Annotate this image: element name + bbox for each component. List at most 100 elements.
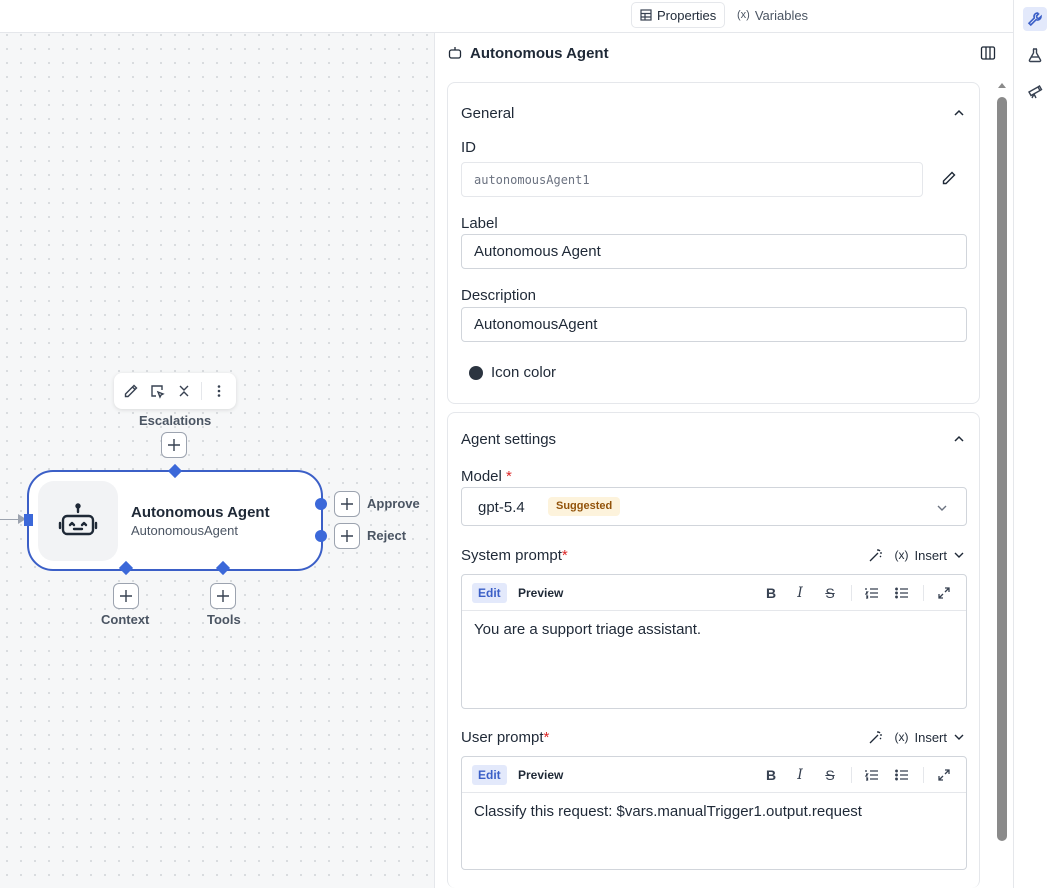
select-icon[interactable] (146, 379, 168, 403)
chevron-up-icon[interactable] (953, 433, 965, 445)
node-toolbar (114, 373, 236, 409)
edit-icon[interactable] (120, 379, 142, 403)
wrench-icon[interactable] (1023, 7, 1047, 31)
icon-color-swatch[interactable] (469, 366, 483, 380)
icon-color-label: Icon color (491, 364, 557, 381)
user-prompt-label: User prompt* (461, 729, 550, 746)
reject-label: Reject (367, 528, 407, 543)
chevron-down-icon (954, 552, 964, 558)
system-prompt-tools: (x) Insert (868, 547, 965, 563)
description-field[interactable] (461, 307, 967, 342)
variable-icon: (x) (894, 548, 909, 562)
label-label: Label (461, 215, 498, 232)
add-escalation-button[interactable] (161, 432, 187, 458)
model-value: gpt-5.4 (478, 499, 525, 516)
context-label: Context (101, 612, 150, 627)
required-marker: * (506, 468, 512, 485)
tools-label: Tools (207, 612, 241, 627)
scrollbar-thumb[interactable] (997, 97, 1007, 841)
autonomous-agent-node[interactable]: Autonomous Agent AutonomousAgent (27, 470, 323, 571)
tab-variables-label: Variables (754, 7, 809, 23)
collapse-icon[interactable] (173, 379, 195, 403)
right-rail (1013, 0, 1053, 888)
panel-tabs: Properties (x) Variables (435, 0, 1013, 33)
add-reject-button[interactable] (334, 523, 360, 549)
chevron-up-icon[interactable] (953, 107, 965, 119)
node-title: Autonomous Agent (131, 504, 270, 521)
node-subtitle: AutonomousAgent (131, 523, 238, 538)
strikethrough-icon[interactable]: S (821, 766, 839, 784)
system-prompt-editor[interactable]: Edit Preview B I S You are a support tri… (461, 574, 967, 709)
toolbar-divider (200, 382, 202, 400)
system-prompt-label: System prompt* (461, 547, 568, 564)
italic-icon[interactable]: I (791, 584, 809, 602)
system-prompt-text: You are a support triage assistant. (474, 621, 702, 638)
approve-handle[interactable] (315, 498, 327, 510)
magic-wand-icon[interactable] (868, 729, 884, 745)
add-approve-button[interactable] (334, 491, 360, 517)
flask-icon[interactable] (1023, 43, 1047, 67)
scroll-up-icon[interactable] (997, 80, 1007, 90)
telescope-icon[interactable] (1023, 79, 1047, 103)
insert-label: Insert (914, 547, 947, 563)
canvas-topbar (0, 0, 435, 33)
label-field[interactable] (461, 234, 967, 269)
expand-icon[interactable] (935, 584, 953, 602)
user-prompt-tools: (x) Insert (868, 729, 965, 745)
agent-settings-section: Agent settings Model * gpt-5.4 Suggested… (447, 412, 980, 888)
user-prompt-editor[interactable]: Edit Preview B I S Classify this request… (461, 756, 967, 870)
add-context-button[interactable] (113, 583, 139, 609)
strikethrough-icon[interactable]: S (821, 584, 839, 602)
insert-variable-button[interactable]: (x) Insert (894, 548, 965, 563)
robot-icon (38, 481, 118, 561)
description-label: Description (461, 287, 537, 304)
add-tools-button[interactable] (210, 583, 236, 609)
edit-mode-button[interactable]: Edit (472, 765, 507, 785)
variable-icon: (x) (894, 730, 909, 744)
more-vertical-icon[interactable] (208, 379, 230, 403)
ordered-list-icon[interactable] (863, 766, 881, 784)
expand-icon[interactable] (935, 766, 953, 784)
columns-icon[interactable] (980, 45, 996, 61)
workflow-canvas[interactable]: Escalations Autonomous Agent AutonomousA… (0, 0, 435, 888)
preview-mode-button[interactable]: Preview (512, 583, 569, 603)
escalations-label: Escalations (139, 413, 212, 428)
input-handle[interactable] (24, 514, 33, 526)
reject-handle[interactable] (315, 530, 327, 542)
preview-mode-button[interactable]: Preview (512, 765, 569, 785)
suggested-badge: Suggested (548, 497, 621, 516)
chevron-down-icon (937, 505, 947, 511)
pencil-icon[interactable] (941, 170, 957, 186)
insert-label: Insert (914, 729, 947, 745)
id-label: ID (461, 139, 476, 156)
robot-icon (448, 47, 462, 59)
editor-toolbar: Edit Preview B I S (462, 757, 966, 793)
tab-properties-label: Properties (657, 7, 717, 23)
insert-variable-button[interactable]: (x) Insert (894, 730, 965, 745)
table-icon (640, 9, 652, 21)
panel-title: Autonomous Agent (470, 45, 609, 62)
model-select[interactable]: gpt-5.4 Suggested (461, 487, 967, 526)
model-label: Model * (461, 468, 512, 485)
tab-properties[interactable]: Properties (632, 3, 725, 27)
ordered-list-icon[interactable] (863, 584, 881, 602)
magic-wand-icon[interactable] (868, 547, 884, 563)
general-section-title: General (461, 105, 515, 122)
panel-header: Autonomous Agent (435, 33, 1013, 75)
properties-panel: Properties (x) Variables Autonomous Agen… (435, 0, 1013, 888)
bold-icon[interactable]: B (762, 584, 780, 602)
edit-mode-button[interactable]: Edit (472, 583, 507, 603)
format-divider (923, 585, 924, 601)
tab-variables[interactable]: (x) Variables (729, 3, 816, 27)
variable-icon: (x) (737, 9, 750, 21)
italic-icon[interactable]: I (791, 766, 809, 784)
bold-icon[interactable]: B (762, 766, 780, 784)
general-section: General ID Label Description Icon color (447, 82, 980, 404)
chevron-down-icon (954, 734, 964, 740)
approve-label: Approve (367, 496, 420, 511)
bullet-list-icon[interactable] (893, 584, 911, 602)
format-divider (923, 767, 924, 783)
bullet-list-icon[interactable] (893, 766, 911, 784)
agent-settings-title: Agent settings (461, 431, 557, 448)
user-prompt-text: Classify this request: $vars.manualTrigg… (474, 803, 862, 820)
